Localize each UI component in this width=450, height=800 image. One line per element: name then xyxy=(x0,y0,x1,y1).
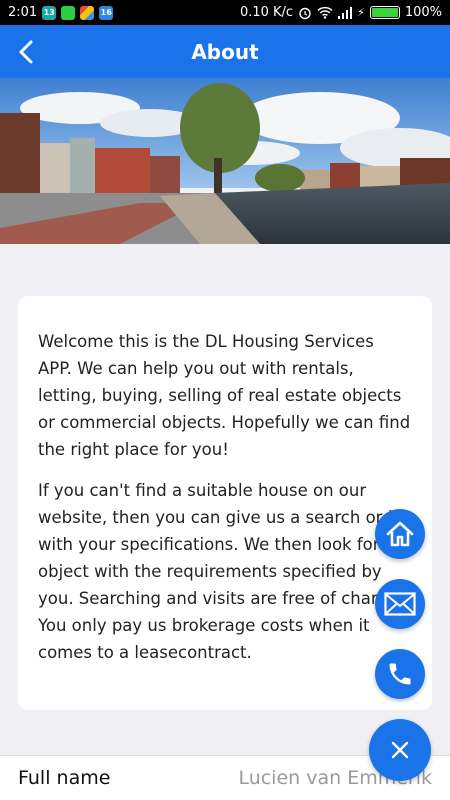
canal-city-photo xyxy=(0,78,450,244)
phone-button[interactable] xyxy=(375,649,425,699)
status-left: 2:01 13 16 xyxy=(8,5,114,20)
notification-badge-icon: 13 xyxy=(42,5,57,20)
status-time: 2:01 xyxy=(8,5,38,20)
phone-icon xyxy=(389,663,411,685)
battery-icon xyxy=(369,6,400,19)
mail-button[interactable] xyxy=(375,579,425,629)
mail-icon xyxy=(384,592,416,616)
signal-icon xyxy=(338,6,353,19)
about-card: Welcome this is the DL Housing Services … xyxy=(18,296,432,710)
network-speed: 0.10 K/c xyxy=(239,5,294,20)
charging-icon: ⚡ xyxy=(357,6,365,19)
app-notification-icon xyxy=(80,5,95,20)
fab-close-button[interactable] xyxy=(369,719,431,781)
alarm-icon xyxy=(299,7,311,19)
battery-app-icon xyxy=(61,5,76,20)
full-name-label: Full name xyxy=(18,767,111,789)
home-button[interactable] xyxy=(375,509,425,559)
status-bar: 2:01 13 16 0.10 K/c ⚡ 100% xyxy=(0,0,450,25)
close-icon xyxy=(391,741,409,759)
notification-badge-icon: 16 xyxy=(99,5,114,20)
home-icon xyxy=(386,521,414,547)
about-paragraph: Welcome this is the DL Housing Services … xyxy=(38,332,411,459)
back-arrow-icon xyxy=(19,40,33,63)
page-title: About xyxy=(191,39,259,64)
battery-percent: 100% xyxy=(404,5,442,20)
status-right: 0.10 K/c ⚡ 100% xyxy=(240,5,442,20)
hero-image xyxy=(0,78,450,244)
back-button[interactable] xyxy=(6,25,46,78)
wifi-icon xyxy=(317,6,333,19)
app-bar: About xyxy=(0,25,450,78)
battery-fill xyxy=(371,8,398,17)
about-paragraph: If you can't find a suitable house on ou… xyxy=(38,481,412,662)
